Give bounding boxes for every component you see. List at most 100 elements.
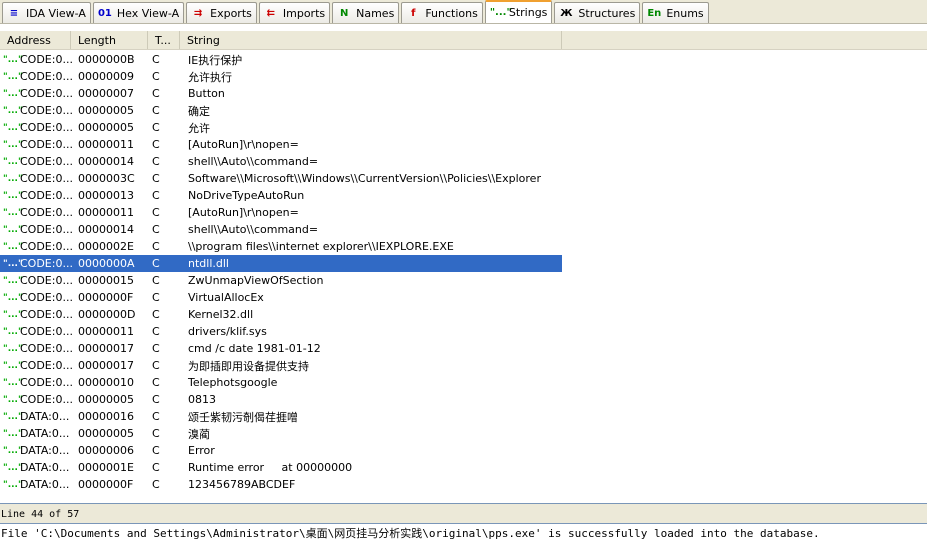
cell-length: 00000011	[78, 206, 134, 219]
tab-bar: ≡ IDA View-A 01 Hex View-A ⇉ Exports ⇇ Imports N…	[0, 0, 927, 24]
tab-ida-view-a[interactable]: ≡ IDA View-A	[2, 2, 91, 23]
table-row[interactable]: "..." DATA:0... 00000006 C Error	[0, 442, 562, 459]
cell-type: C	[152, 410, 160, 423]
cell-address: DATA:0...	[20, 444, 70, 457]
tab-label: Enums	[666, 6, 704, 20]
table-row[interactable]: "..." CODE:0... 0000000F C VirtualAllocEx	[0, 289, 562, 306]
cell-type: C	[152, 325, 160, 338]
tab-hex-view-a[interactable]: 01 Hex View-A	[92, 2, 185, 23]
tab-label: IDA View-A	[26, 6, 86, 20]
cell-length: 00000014	[78, 155, 134, 168]
table-row[interactable]: "..." DATA:0... 00000005 C 溴蔺	[0, 425, 562, 442]
cell-type: C	[152, 53, 160, 66]
cell-address: DATA:0...	[20, 427, 70, 440]
table-row[interactable]: "..." CODE:0... 00000013 C NoDriveTypeAutoRu…	[0, 187, 562, 204]
cell-type: C	[152, 70, 160, 83]
names-icon: N	[339, 7, 349, 19]
cell-length: 0000003C	[78, 172, 135, 185]
column-address[interactable]: Address	[0, 31, 71, 49]
cell-length: 00000009	[78, 70, 134, 83]
string-marker-icon: "..."	[3, 258, 23, 269]
table-row[interactable]: "..." CODE:0... 00000014 Cshell\\Auto\\comm…	[0, 221, 562, 238]
tab-label: Hex View-A	[116, 6, 180, 20]
cell-address: CODE:0...	[20, 206, 73, 219]
string-marker-icon: "..."	[3, 241, 23, 252]
table-row[interactable]: "..." DATA:0... 00000016 C 颂壬紫韧污剞偈荏捱噌	[0, 408, 562, 425]
cell-type: C	[152, 359, 160, 372]
table-row[interactable]: "..." CODE:0... 0000000B C IE执行保护	[0, 51, 562, 68]
table-row[interactable]: "..." DATA:0... 0000001E C Runtime error at …	[0, 459, 562, 476]
tab-label: Strings	[508, 6, 548, 19]
cell-address: CODE:0...	[20, 121, 73, 134]
string-marker-icon: "..."	[3, 139, 23, 150]
cell-string: Software\\Microsoft\\Windows\\CurrentVer…	[188, 172, 541, 185]
cell-length: 00000005	[78, 427, 134, 440]
table-row[interactable]: "..." CODE:0... 0000002E C \\program files\\…	[0, 238, 562, 255]
string-marker-icon: "..."	[3, 360, 23, 371]
table-row[interactable]: "..." CODE:0... 00000005 C 0813	[0, 391, 562, 408]
structures-icon: Ж	[560, 7, 573, 19]
table-row[interactable]: "..." CODE:0... 00000011 C [AutoRun]\r\nopen…	[0, 136, 562, 153]
table-row[interactable]: "..." CODE:0... 00000005 C 确定	[0, 102, 562, 119]
cell-string: Error	[188, 444, 215, 457]
table-row[interactable]: "..." CODE:0... 0000003C C Software\\Microso…	[0, 170, 562, 187]
column-string[interactable]: String	[180, 31, 562, 49]
string-marker-icon: "..."	[3, 326, 23, 337]
tab-strings[interactable]: "..." Strings	[484, 0, 553, 23]
table-row[interactable]: "..." CODE:0... 0000000A Cntdll.dll	[0, 255, 562, 272]
tab-names[interactable]: N Names	[332, 2, 400, 23]
cell-length: 00000005	[78, 121, 134, 134]
column-type[interactable]: T...	[148, 31, 180, 49]
table-row[interactable]: "..." CODE:0... 00000007 C Button	[0, 85, 562, 102]
cell-string: shell\\Auto\\command=	[188, 155, 319, 168]
table-row[interactable]: "..." CODE:0... 00000017 C 为即插即用设备提供支持	[0, 357, 562, 374]
cell-string: cmd /c date 1981-01-12	[188, 342, 321, 355]
table-row[interactable]: "..." CODE:0... 00000009 C 允许执行	[0, 68, 562, 85]
cell-type: C	[152, 104, 160, 117]
table-row[interactable]: "..." CODE:0... 00000014 Cshell\\Auto\\comm…	[0, 153, 562, 170]
cell-address: CODE:0...	[20, 274, 73, 287]
string-marker-icon: "..."	[3, 105, 23, 116]
table-row[interactable]: "..." CODE:0... 00000011 C [AutoRun]\r\nopen…	[0, 204, 562, 221]
tab-exports[interactable]: ⇉ Exports	[186, 2, 257, 23]
cell-type: C	[152, 121, 160, 134]
table-row[interactable]: "..." CODE:0... 00000005 C 允许	[0, 119, 562, 136]
cell-address: DATA:0...	[20, 410, 70, 423]
cell-address: CODE:0...	[20, 240, 73, 253]
tab-label: Imports	[282, 6, 326, 20]
cell-address: CODE:0...	[20, 70, 73, 83]
strings-icon: "..."	[489, 7, 512, 18]
cell-string: IE执行保护	[188, 53, 243, 67]
tab-enums[interactable]: En Enums	[642, 2, 709, 23]
cell-type: C	[152, 206, 160, 219]
cell-type: C	[152, 240, 160, 253]
tab-functions[interactable]: f Functions	[401, 2, 483, 23]
string-marker-icon: "..."	[3, 173, 23, 184]
cell-type: C	[152, 461, 160, 474]
string-marker-icon: "..."	[3, 122, 23, 133]
status-bar: Line 44 of 57	[0, 503, 927, 524]
cell-string: 允许执行	[188, 70, 232, 84]
table-row[interactable]: "..." CODE:0... 0000000D C Kernel32.dll	[0, 306, 562, 323]
cell-type: C	[152, 376, 160, 389]
cell-string: Button	[188, 87, 225, 100]
tab-imports[interactable]: ⇇ Imports	[258, 2, 331, 23]
column-length[interactable]: Length	[71, 31, 148, 49]
cell-length: 0000001E	[78, 461, 134, 474]
cell-string: 颂壬紫韧污剞偈荏捱噌	[188, 410, 298, 424]
cell-address: CODE:0...	[20, 291, 73, 304]
cell-string: [AutoRun]\r\nopen=	[188, 138, 299, 151]
cell-length: 00000013	[78, 189, 134, 202]
cell-type: C	[152, 223, 160, 236]
table-row[interactable]: "..." DATA:0... 0000000F C 123456789ABCDEF	[0, 476, 562, 493]
cell-address: CODE:0...	[20, 189, 73, 202]
table-row[interactable]: "..." CODE:0... 00000015 C ZwUnmapViewOfSect…	[0, 272, 562, 289]
tab-structures[interactable]: Ж Structures	[554, 2, 641, 23]
functions-icon: f	[411, 7, 416, 19]
cell-type: C	[152, 308, 160, 321]
table-row[interactable]: "..." CODE:0... 00000011 Cdrivers/klif.sys	[0, 323, 562, 340]
cell-length: 00000005	[78, 104, 134, 117]
table-row[interactable]: "..." CODE:0... 00000010 C Telephotsgoogle	[0, 374, 562, 391]
table-row[interactable]: "..." CODE:0... 00000017 Ccmd /c date 1981-…	[0, 340, 562, 357]
cell-address: CODE:0...	[20, 376, 73, 389]
